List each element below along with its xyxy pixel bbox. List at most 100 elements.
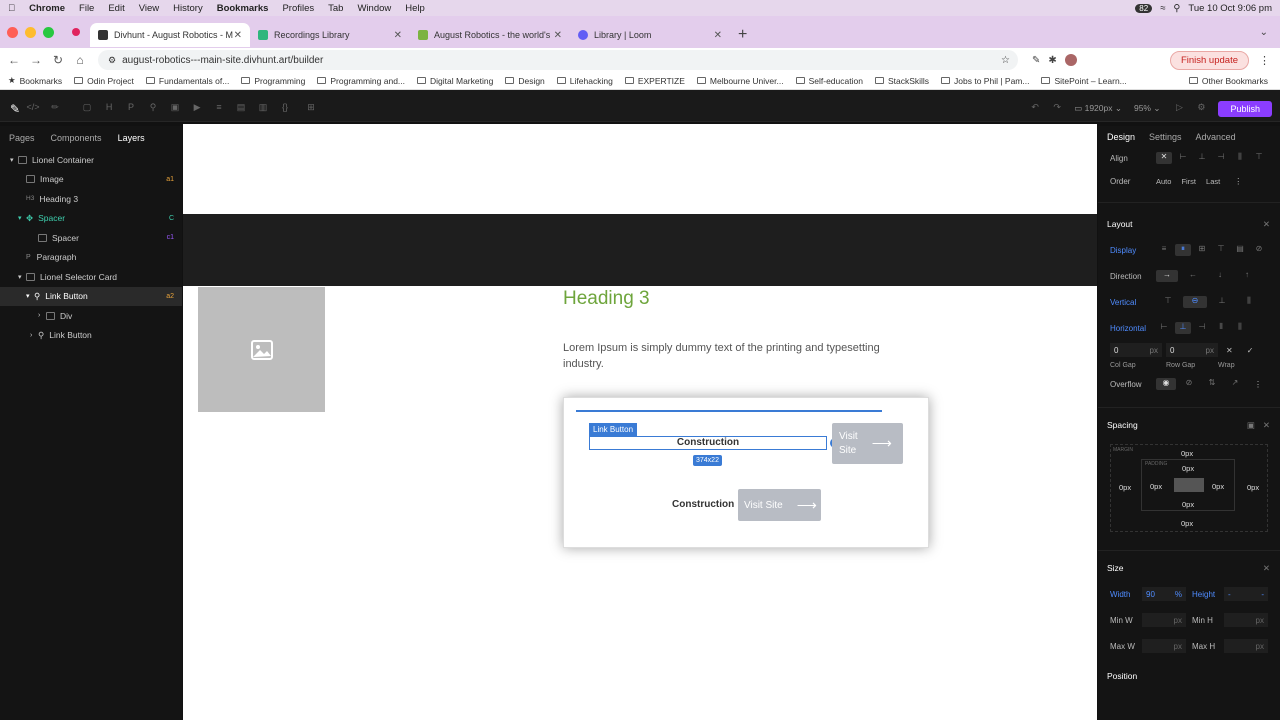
col-gap-input[interactable]: 0 px [1110,343,1162,357]
vertical-start-icon[interactable]: ⊤ [1156,296,1180,308]
layer-image[interactable]: Image a1 [0,170,182,190]
brush-icon[interactable]: ✏ [46,102,64,116]
overflow-hidden-icon[interactable]: ⊘ [1179,378,1199,390]
max-width-input[interactable]: px [1142,639,1186,653]
battery-badge[interactable]: 82 [1135,3,1153,13]
menu-tab[interactable]: Tab [328,3,343,14]
clock[interactable]: Tue 10 Oct 9:06 pm [1188,3,1272,14]
padding-top[interactable]: 0px [1182,464,1194,473]
tab-loom[interactable]: Library | Loom ✕ [570,23,730,47]
embed-element-icon[interactable]: {} [276,102,294,116]
horizontal-between-icon[interactable]: ⫴ [1213,322,1229,334]
layer-div[interactable]: › Div [0,306,182,326]
more-menu-icon[interactable]: ⋮ [1259,54,1270,67]
video-element-icon[interactable]: ▶ [188,102,206,116]
direction-row-reverse-icon[interactable]: ← [1181,270,1205,282]
close-tab-icon[interactable]: ✕ [714,30,722,41]
more-icon[interactable]: ⋮ [1254,380,1262,389]
align-end-icon[interactable]: ⊣ [1213,152,1229,164]
tab-design[interactable]: Design [1107,132,1135,142]
redo-icon[interactable]: ↷ [1048,102,1066,116]
zoom-select[interactable]: 95% ⌄ [1134,103,1161,114]
horizontal-center-icon[interactable]: ⊥ [1175,322,1191,334]
horizontal-start-icon[interactable]: ⊢ [1156,322,1172,334]
size-section-header[interactable]: Size ✕ [1098,555,1280,581]
bookmark-item[interactable]: SitePoint – Learn... [1041,76,1127,86]
selected-link-button[interactable]: Construction [589,436,827,450]
forward-icon[interactable]: → [28,53,44,67]
tab-recordings[interactable]: Recordings Library ✕ [250,23,410,47]
padding-right[interactable]: 0px [1212,482,1224,491]
tab-divhunt[interactable]: Divhunt - August Robotics - M ✕ [90,23,250,47]
layer-heading-3[interactable]: H3 Heading 3 [0,189,182,209]
tab-settings[interactable]: Settings [1149,132,1182,142]
align-none-icon[interactable]: ✕ [1156,152,1172,164]
menu-app[interactable]: Chrome [29,3,65,14]
layer-lionel-selector-card[interactable]: ▾ Lionel Selector Card [0,267,182,287]
search-icon[interactable]: ⚲ [1173,3,1180,14]
other-bookmarks[interactable]: Other Bookmarks [1188,76,1268,86]
more-icon[interactable]: ⋮ [1234,177,1242,186]
menu-edit[interactable]: Edit [108,3,124,14]
row-gap-input[interactable]: 0 px [1166,343,1218,357]
margin-right[interactable]: 0px [1247,483,1259,492]
vertical-end-icon[interactable]: ⊥ [1210,296,1234,308]
link-element-icon[interactable]: ⚲ [144,102,162,116]
bookmark-item[interactable]: Digital Marketing [417,76,493,86]
visit-site-button-wrapped[interactable]: Visit Site ⟶ [832,423,903,464]
bookmark-item[interactable]: StackSkills [874,76,929,86]
close-tab-icon[interactable]: ✕ [554,30,562,41]
chevron-down-icon[interactable]: ⌄ [1260,27,1268,38]
bookmark-item[interactable]: Jobs to Phil | Pam... [941,76,1029,86]
align-start-icon[interactable]: ⊢ [1175,152,1191,164]
display-flex-icon[interactable]: ⏸ [1175,244,1191,256]
image-element-icon[interactable]: ▣ [166,102,184,116]
clear-icon[interactable]: ✕ [1226,346,1233,355]
tab-layers[interactable]: Layers [118,133,145,143]
bookmark-item[interactable]: Lifehacking [556,76,613,86]
display-none-icon[interactable]: ⊘ [1251,244,1267,256]
close-tab-icon[interactable]: ✕ [234,30,242,41]
bookmark-item[interactable]: Odin Project [74,76,134,86]
menu-window[interactable]: Window [357,3,391,14]
site-info-icon[interactable]: ⚙ [108,55,116,66]
bookmark-item[interactable]: Design [505,76,545,86]
padding-left[interactable]: 0px [1150,482,1162,491]
height-input[interactable]: -- [1224,587,1268,601]
bookmark-item[interactable]: Melbourne Univer... [696,76,784,86]
close-window-icon[interactable] [7,26,18,38]
record-icon[interactable] [72,28,80,36]
margin-top[interactable]: 0px [1181,449,1193,458]
bookmark-star-icon[interactable]: ☆ [1001,55,1010,66]
display-inline-block-icon[interactable]: ▤ [1232,244,1248,256]
image-placeholder[interactable] [198,287,325,412]
position-section-header[interactable]: Position [1098,667,1280,685]
menu-file[interactable]: File [79,3,94,14]
divhunt-logo-icon[interactable]: ✎ [10,102,20,116]
reload-icon[interactable]: ↻ [50,53,66,67]
list-element-icon[interactable]: ≡ [210,102,228,116]
vertical-center-icon[interactable]: ⊖ [1183,296,1207,308]
align-baseline-icon[interactable]: ⊤ [1251,152,1267,164]
selector-card[interactable]: Link Button Construction 374x22 Visit Si… [563,397,929,548]
construction-label[interactable]: Construction [672,499,734,510]
padding-bottom[interactable]: 0px [1182,500,1194,509]
minimize-window-icon[interactable] [25,26,36,38]
new-tab-icon[interactable]: + [738,26,747,44]
margin-left[interactable]: 0px [1119,483,1131,492]
avatar[interactable] [1064,54,1077,66]
direction-column-reverse-icon[interactable]: ↑ [1235,270,1259,282]
canvas-heading[interactable]: Heading 3 [563,288,650,310]
paragraph-element-icon[interactable]: P [122,102,140,116]
min-height-input[interactable]: px [1224,613,1268,627]
back-icon[interactable]: ← [6,53,22,67]
check-icon[interactable]: ✓ [1247,346,1254,355]
max-height-input[interactable]: px [1224,639,1268,653]
order-auto[interactable]: Auto [1156,177,1171,186]
wifi-icon[interactable]: ≈ [1160,3,1165,14]
tab-advanced[interactable]: Advanced [1196,132,1236,142]
canvas-paragraph[interactable]: Lorem Ipsum is simply dummy text of the … [563,340,923,372]
bookmark-item[interactable]: Self-education [795,76,863,86]
bookmark-item[interactable]: EXPERTIZE [624,76,685,86]
min-width-input[interactable]: px [1142,613,1186,627]
